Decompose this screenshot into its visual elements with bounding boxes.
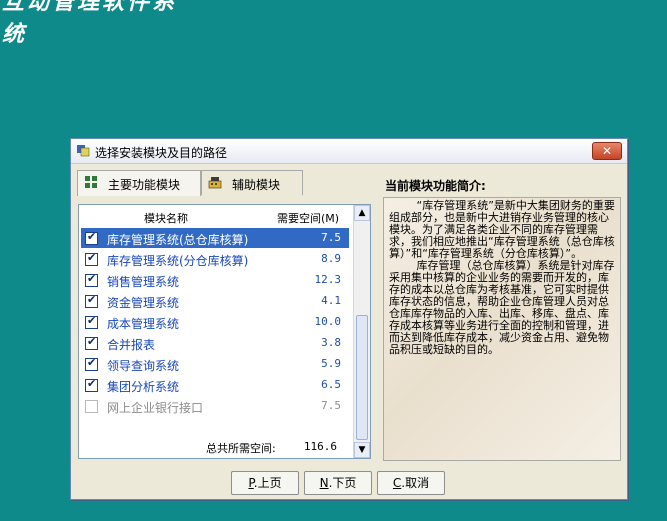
module-row[interactable]: ✔ 库存管理系统(总仓库核算) 7.5 — [81, 228, 349, 248]
checkmark-icon: ✔ — [87, 251, 97, 264]
column-header-space: 需要空间(M) — [277, 212, 340, 225]
module-space: 7.5 — [321, 231, 341, 244]
tab-main-modules-label: 主要功能模块 — [108, 178, 181, 192]
prev-label: .上页 — [253, 476, 282, 490]
module-name: 合并报表 — [107, 338, 156, 352]
banner-logo: 互动管理软件系统 — [0, 0, 188, 47]
next-page-button[interactable]: N.下页 — [304, 471, 372, 495]
module-name: 库存管理系统(分仓库核算) — [107, 254, 249, 268]
module-checkbox[interactable]: ✔ — [85, 335, 98, 350]
module-row[interactable]: ✔ 领导查询系统 5.9 — [81, 354, 349, 374]
module-list[interactable]: 模块名称 需要空间(M) ✔ 库存管理系统(总仓库核算) 7.5 ✔ 库存管理系统(分仓… — [78, 204, 371, 459]
title-bar: 选择安装模块及目的路径 ✕ — [71, 139, 627, 164]
description-text: “库存管理系统”是新中大集团财务的重要组成部分，也是新中大进销存业务管理的核心模… — [389, 200, 615, 356]
module-checkbox — [85, 400, 98, 413]
module-name: 成本管理系统 — [107, 317, 180, 331]
module-checkbox[interactable]: ✔ — [85, 230, 98, 245]
module-space: 12.3 — [314, 273, 342, 286]
next-label: .下页 — [328, 476, 357, 490]
checkmark-icon: ✔ — [87, 356, 97, 369]
cash-register-icon — [208, 177, 222, 189]
module-space: 8.9 — [321, 252, 341, 265]
description-panel: “库存管理系统”是新中大集团财务的重要组成部分，也是新中大进销存业务管理的核心模… — [383, 197, 621, 461]
app-icon — [77, 145, 90, 157]
module-name: 销售管理系统 — [107, 275, 180, 289]
tab-main-modules[interactable]: 主要功能模块 — [77, 170, 201, 196]
module-space: 10.0 — [314, 315, 342, 328]
module-space: 5.9 — [321, 357, 341, 370]
checkmark-icon: ✔ — [87, 335, 97, 348]
total-space-value: 116.6 — [303, 440, 337, 453]
module-name: 库存管理系统(总仓库核算) — [107, 233, 249, 247]
module-space: 7.5 — [321, 399, 341, 412]
module-checkbox[interactable]: ✔ — [85, 272, 98, 287]
total-space-row: 总共所需空间: 116.6 — [81, 437, 349, 455]
module-space: 3.8 — [321, 336, 341, 349]
prev-page-button[interactable]: P.上页 — [231, 471, 299, 495]
module-row[interactable]: 网上企业银行接口 7.5 — [81, 396, 349, 416]
cancel-button[interactable]: C.取消 — [377, 471, 445, 495]
cancel-label: .取消 — [401, 476, 430, 490]
module-name: 资金管理系统 — [107, 296, 180, 310]
module-row[interactable]: ✔ 销售管理系统 12.3 — [81, 270, 349, 290]
tab-bar: 主要功能模块 辅助模块 — [77, 170, 375, 196]
scroll-thumb[interactable] — [356, 315, 368, 440]
banner-text: 互动管理软件系统 — [2, 0, 178, 47]
checkmark-icon: ✔ — [87, 293, 97, 306]
description-title: 当前模块功能简介: — [385, 179, 486, 193]
close-button[interactable]: ✕ — [592, 142, 622, 160]
list-scrollbar[interactable]: ▲ ▼ — [353, 205, 370, 458]
checkmark-icon: ✔ — [87, 272, 97, 285]
description-paragraph: 库存管理（总仓库核算）系统是针对库存采用集中核算的企业业务的需要而开发的，库存的… — [389, 259, 615, 356]
scroll-up-button[interactable]: ▲ — [354, 205, 370, 221]
module-checkbox[interactable]: ✔ — [85, 356, 98, 371]
tab-aux-modules[interactable]: 辅助模块 — [201, 170, 303, 195]
module-name: 网上企业银行接口 — [107, 401, 204, 415]
scroll-down-button[interactable]: ▼ — [354, 442, 370, 458]
dialog-title: 选择安装模块及目的路径 — [95, 146, 228, 160]
total-space-label: 总共所需空间: — [206, 442, 276, 455]
column-header-name: 模块名称 — [144, 212, 188, 225]
module-space: 6.5 — [321, 378, 341, 391]
tab-aux-modules-label: 辅助模块 — [232, 178, 281, 192]
module-space: 4.1 — [321, 294, 341, 307]
checkmark-icon: ✔ — [87, 377, 97, 390]
install-dialog: 选择安装模块及目的路径 ✕ 主要功能模块 辅助模块 模块名称 需要空间(M) ✔… — [70, 138, 628, 500]
module-row[interactable]: ✔ 合并报表 3.8 — [81, 333, 349, 353]
module-name: 集团分析系统 — [107, 380, 180, 394]
module-row[interactable]: ✔ 库存管理系统(分仓库核算) 8.9 — [81, 249, 349, 269]
module-checkbox[interactable]: ✔ — [85, 251, 98, 266]
module-checkbox[interactable]: ✔ — [85, 377, 98, 392]
module-checkbox[interactable]: ✔ — [85, 314, 98, 329]
next-hotkey: N — [319, 476, 329, 490]
module-checkbox[interactable]: ✔ — [85, 293, 98, 308]
grid-icon — [85, 176, 97, 188]
description-paragraph: “库存管理系统”是新中大集团财务的重要组成部分，也是新中大进销存业务管理的核心模… — [389, 199, 615, 260]
list-header: 模块名称 需要空间(M) — [81, 208, 351, 226]
checkmark-icon: ✔ — [87, 230, 97, 243]
module-row[interactable]: ✔ 集团分析系统 6.5 — [81, 375, 349, 395]
module-row[interactable]: ✔ 成本管理系统 10.0 — [81, 312, 349, 332]
module-name: 领导查询系统 — [107, 359, 180, 373]
module-row[interactable]: ✔ 资金管理系统 4.1 — [81, 291, 349, 311]
checkmark-icon: ✔ — [87, 314, 97, 327]
